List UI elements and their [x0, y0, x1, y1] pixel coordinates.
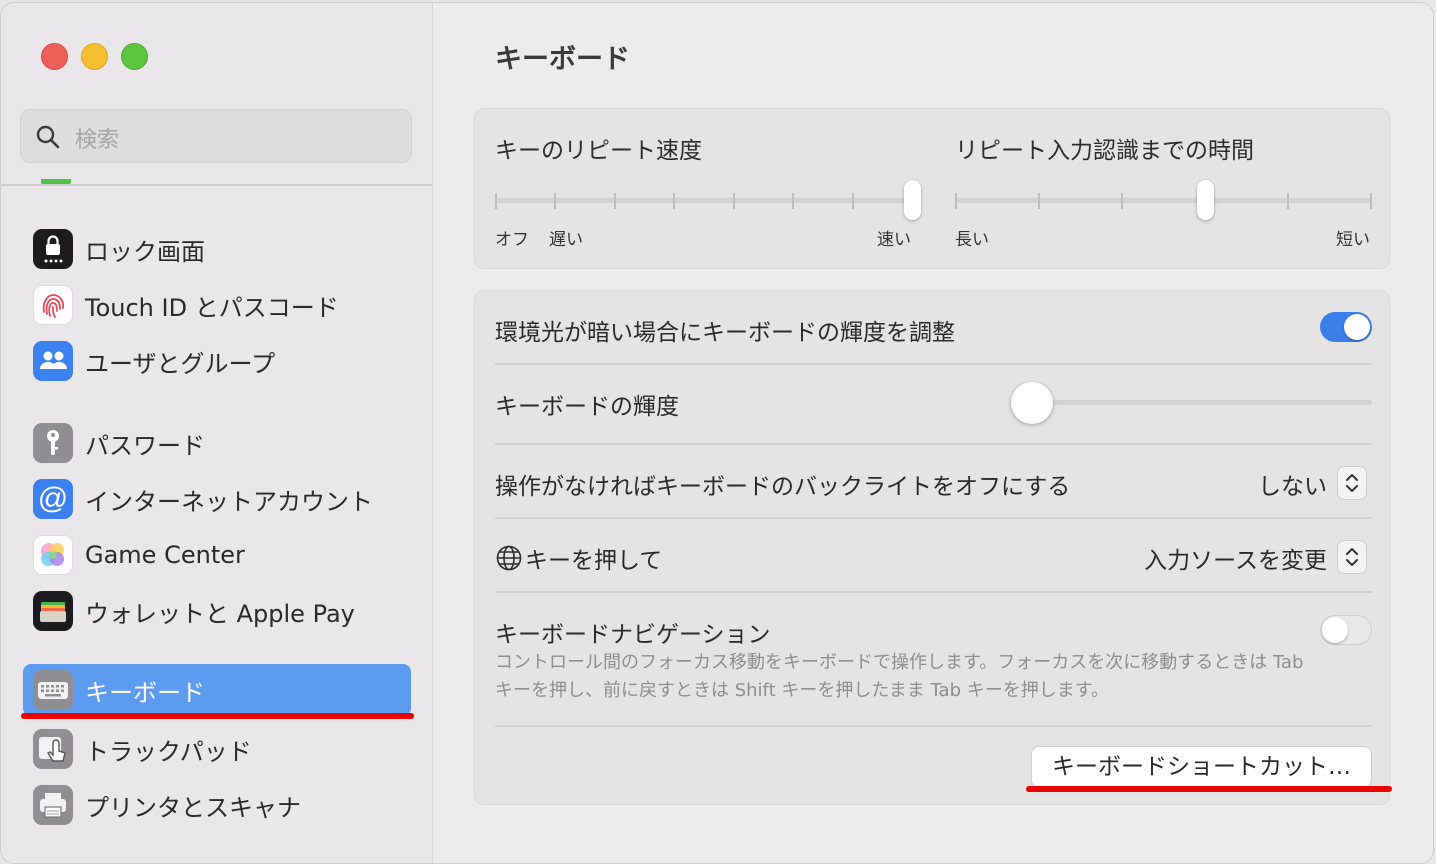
slider-tick — [851, 193, 854, 209]
brightness-label: キーボードの輝度 — [495, 394, 679, 420]
sidebar-item-internet-accounts[interactable]: @ インターネットアカウント — [23, 473, 411, 525]
row-divider — [495, 591, 1372, 593]
row-divider — [495, 725, 1372, 727]
sidebar-item-label: Game Center — [85, 541, 245, 569]
sidebar-item-wallet[interactable]: ウォレットと Apple Pay — [23, 585, 411, 637]
sidebar-item-printers[interactable]: プリンタとスキャナ — [23, 779, 411, 831]
fingerprint-icon — [33, 285, 73, 325]
repeat-delay-label: リピート入力認識までの時間 — [955, 138, 1254, 164]
at-icon: @ — [33, 479, 73, 519]
slider-tick — [613, 193, 616, 209]
slider-tick — [1121, 193, 1123, 209]
sidebar-item-label: Touch ID とパスコード — [85, 293, 339, 322]
sidebar-item-label: プリンタとスキャナ — [85, 793, 301, 822]
toggle-knob — [1322, 617, 1348, 643]
main-pane: キーボード キーのリピート速度 リピート入力認識までの時間 オフ 遅い 速い 長… — [433, 3, 1433, 863]
keyboard-nav-description: コントロール間のフォーカス移動をキーボードで操作します。フォーカスを次に移動する… — [495, 652, 1304, 701]
slider-track — [955, 198, 1372, 203]
search-icon — [36, 125, 60, 149]
repeat-speed-fast-label: 速い — [877, 230, 911, 250]
repeat-settings-card: キーのリピート速度 リピート入力認識までの時間 オフ 遅い 速い 長い 短い — [474, 108, 1390, 269]
toggle-knob — [1344, 314, 1370, 340]
backlight-off-label: 操作がなければキーボードのバックライトをオフにする — [495, 474, 1071, 500]
row-divider — [495, 443, 1372, 445]
sidebar: 検索 ロック画面 Touch ID とパスコード ユーザとグループ パスワード … — [1, 3, 433, 863]
globe-icon — [496, 545, 522, 571]
annotation-underline — [1026, 786, 1392, 792]
sidebar-item-label: キーボード — [85, 678, 205, 707]
popup-value: しない — [1258, 474, 1327, 500]
slider-tick — [554, 193, 557, 209]
slider-tick — [495, 193, 497, 209]
keyboard-nav-toggle[interactable] — [1320, 615, 1372, 645]
sidebar-item-label: ユーザとグループ — [85, 349, 276, 378]
slider-thumb[interactable] — [1196, 180, 1214, 220]
close-window-button[interactable] — [41, 43, 68, 70]
globe-key-row: キーを押して — [495, 541, 662, 575]
page-title: キーボード — [495, 44, 630, 75]
slider-tick — [1038, 193, 1040, 209]
globe-key-label: キーを押して — [525, 548, 663, 574]
printer-icon — [33, 785, 73, 825]
slider-thumb[interactable] — [1011, 382, 1053, 424]
slider-track — [1013, 400, 1372, 405]
wallet-icon — [33, 591, 73, 631]
annotation-underline — [21, 713, 414, 719]
slider-tick — [955, 193, 957, 209]
slider-track — [495, 198, 913, 203]
game-center-icon — [33, 535, 73, 575]
popup-stepper[interactable] — [1337, 466, 1367, 500]
slider-tick — [673, 193, 676, 209]
popup-value: 入力ソースを変更 — [1144, 548, 1327, 574]
sidebar-item-passwords[interactable]: パスワード — [23, 417, 411, 469]
keyboard-shortcuts-button[interactable]: キーボードショートカット… — [1031, 746, 1372, 788]
minimize-window-button[interactable] — [81, 43, 108, 70]
row-divider — [495, 517, 1372, 519]
sidebar-item-lock-screen[interactable]: ロック画面 — [23, 223, 411, 275]
search-placeholder: 検索 — [75, 128, 120, 153]
sidebar-item-users-groups[interactable]: ユーザとグループ — [23, 335, 411, 387]
sidebar-item-label: トラックパッド — [85, 737, 252, 766]
keyboard-nav-label: キーボードナビゲーション — [495, 622, 771, 648]
slider-tick — [1370, 193, 1372, 209]
settings-window: 検索 ロック画面 Touch ID とパスコード ユーザとグループ パスワード … — [0, 2, 1434, 864]
sidebar-item-trackpad[interactable]: トラックパッド — [23, 723, 411, 775]
repeat-speed-slow-label: 遅い — [549, 230, 583, 250]
sidebar-item-label: ウォレットと Apple Pay — [85, 599, 355, 628]
keyboard-options-card: 環境光が暗い場合にキーボードの輝度を調整 キーボードの輝度 操作がなければキーボ… — [474, 290, 1390, 805]
slider-tick — [792, 193, 795, 209]
sidebar-item-label: インターネットアカウント — [85, 487, 373, 516]
repeat-speed-off-label: オフ — [495, 230, 529, 250]
sidebar-item-label: ロック画面 — [85, 237, 205, 266]
search-field[interactable]: 検索 — [20, 109, 412, 163]
repeat-delay-long-label: 長い — [955, 230, 989, 250]
repeat-delay-short-label: 短い — [1336, 230, 1370, 250]
sidebar-item-touch-id[interactable]: Touch ID とパスコード — [23, 279, 411, 331]
repeat-speed-label: キーのリピート速度 — [495, 138, 702, 164]
lock-screen-icon — [33, 229, 73, 269]
key-icon — [33, 423, 73, 463]
slider-tick — [732, 193, 735, 209]
chevron-up-down-icon — [1346, 548, 1358, 566]
users-icon — [33, 341, 73, 381]
sidebar-item-game-center[interactable]: Game Center — [23, 529, 411, 581]
sidebar-divider — [1, 184, 432, 186]
sidebar-item-label: パスワード — [85, 431, 205, 460]
chevron-up-down-icon — [1346, 474, 1358, 492]
popup-stepper[interactable] — [1337, 540, 1367, 574]
ambient-adjust-label: 環境光が暗い場合にキーボードの輝度を調整 — [495, 320, 955, 346]
sidebar-item-keyboard[interactable]: キーボード — [23, 664, 411, 716]
keyboard-icon — [33, 670, 73, 710]
slider-thumb[interactable] — [903, 180, 921, 220]
row-divider — [495, 363, 1372, 365]
ambient-adjust-toggle[interactable] — [1320, 312, 1372, 342]
trackpad-icon — [33, 729, 73, 769]
zoom-window-button[interactable] — [121, 43, 148, 70]
slider-tick — [1287, 193, 1289, 209]
